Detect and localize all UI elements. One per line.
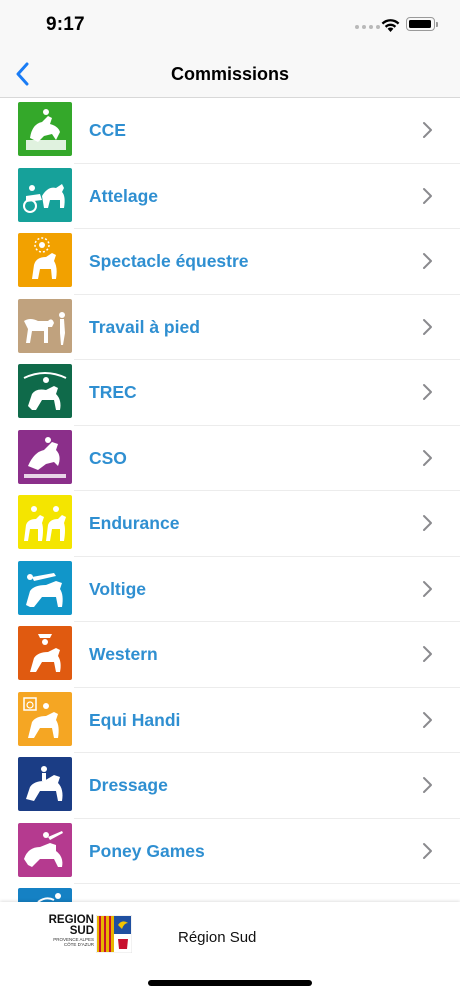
battery-icon <box>406 17 438 31</box>
show-jumping-icon <box>18 429 72 484</box>
commissions-list[interactable]: CCE Attelage Spectacle équestre Travail … <box>0 98 460 902</box>
logo-title: REGION SUD <box>48 914 94 937</box>
groundwork-horse-icon <box>18 298 72 353</box>
commission-row-voltige[interactable]: Voltige <box>0 557 460 623</box>
commission-label: Poney Games <box>89 840 205 861</box>
chevron-right-icon <box>423 646 432 662</box>
dressage-icon <box>18 757 72 811</box>
chevron-right-icon <box>423 711 432 728</box>
region-sud-logo: REGION SUD PROVENCE ALPES CÔTE D'AZUR <box>44 914 134 955</box>
logo-subtitle: PROVENCE ALPES CÔTE D'AZUR <box>53 937 94 947</box>
pony-games-icon <box>18 822 72 877</box>
commission-row-partial[interactable] <box>0 884 460 902</box>
endurance-riders-icon <box>18 495 72 549</box>
commission-label: CCE <box>89 120 126 140</box>
status-bar: 9:17 <box>0 0 460 50</box>
commission-label: Endurance <box>89 513 180 533</box>
status-time: 9:17 <box>46 14 85 35</box>
commission-row-trec[interactable]: TREC <box>0 360 460 426</box>
vaulting-icon <box>18 560 72 615</box>
commission-label: Equi Handi <box>89 709 181 730</box>
page-title: Commissions <box>170 64 290 84</box>
western-rider-icon <box>18 626 72 680</box>
home-area <box>0 962 460 996</box>
footer-label: Région Sud <box>178 929 257 946</box>
cellular-signal-icon <box>355 25 380 29</box>
chevron-right-icon <box>423 253 432 269</box>
commission-row-western[interactable]: Western <box>0 622 460 688</box>
chevron-right-icon <box>423 842 432 859</box>
commission-row-cso[interactable]: CSO <box>0 426 460 492</box>
commission-row-dressage[interactable]: Dressage <box>0 753 460 819</box>
commission-label: Travail à pied <box>89 316 200 337</box>
chevron-right-icon <box>423 384 432 400</box>
commission-label: Dressage <box>89 775 168 795</box>
region-flag-icon <box>96 915 132 953</box>
commission-label: Spectacle équestre <box>89 251 249 271</box>
carriage-driving-icon <box>18 167 72 222</box>
commission-row-attelage[interactable]: Attelage <box>0 164 460 230</box>
commission-row-equi-handi[interactable]: Equi Handi <box>0 688 460 754</box>
chevron-right-icon <box>423 777 432 793</box>
show-horse-icon <box>18 233 72 287</box>
footer-partner-bar[interactable]: REGION SUD PROVENCE ALPES CÔTE D'AZUR Ré… <box>0 902 460 962</box>
eventing-horse-icon <box>18 102 72 156</box>
commission-row-cce[interactable]: CCE <box>0 98 460 164</box>
trec-rider-icon <box>18 364 72 418</box>
commission-label: Attelage <box>89 185 159 206</box>
chevron-right-icon <box>423 580 432 597</box>
home-indicator[interactable] <box>148 980 312 986</box>
chevron-right-icon <box>423 318 432 335</box>
navigation-bar: Commissions <box>0 50 460 98</box>
chevron-right-icon <box>423 122 432 138</box>
commission-label: Western <box>89 644 158 664</box>
chevron-right-icon <box>423 449 432 466</box>
commission-label: Voltige <box>89 578 147 599</box>
commission-row-poney-games[interactable]: Poney Games <box>0 819 460 885</box>
commission-label: CSO <box>89 447 127 468</box>
commission-row-endurance[interactable]: Endurance <box>0 491 460 557</box>
partial-row-icon <box>18 888 72 902</box>
equi-handi-icon <box>18 691 72 746</box>
wifi-icon <box>381 19 400 32</box>
commission-label: TREC <box>89 382 137 402</box>
chevron-right-icon <box>423 515 432 531</box>
commission-row-spectacle-equestre[interactable]: Spectacle équestre <box>0 229 460 295</box>
commission-row-travail-a-pied[interactable]: Travail à pied <box>0 295 460 361</box>
chevron-right-icon <box>423 187 432 204</box>
